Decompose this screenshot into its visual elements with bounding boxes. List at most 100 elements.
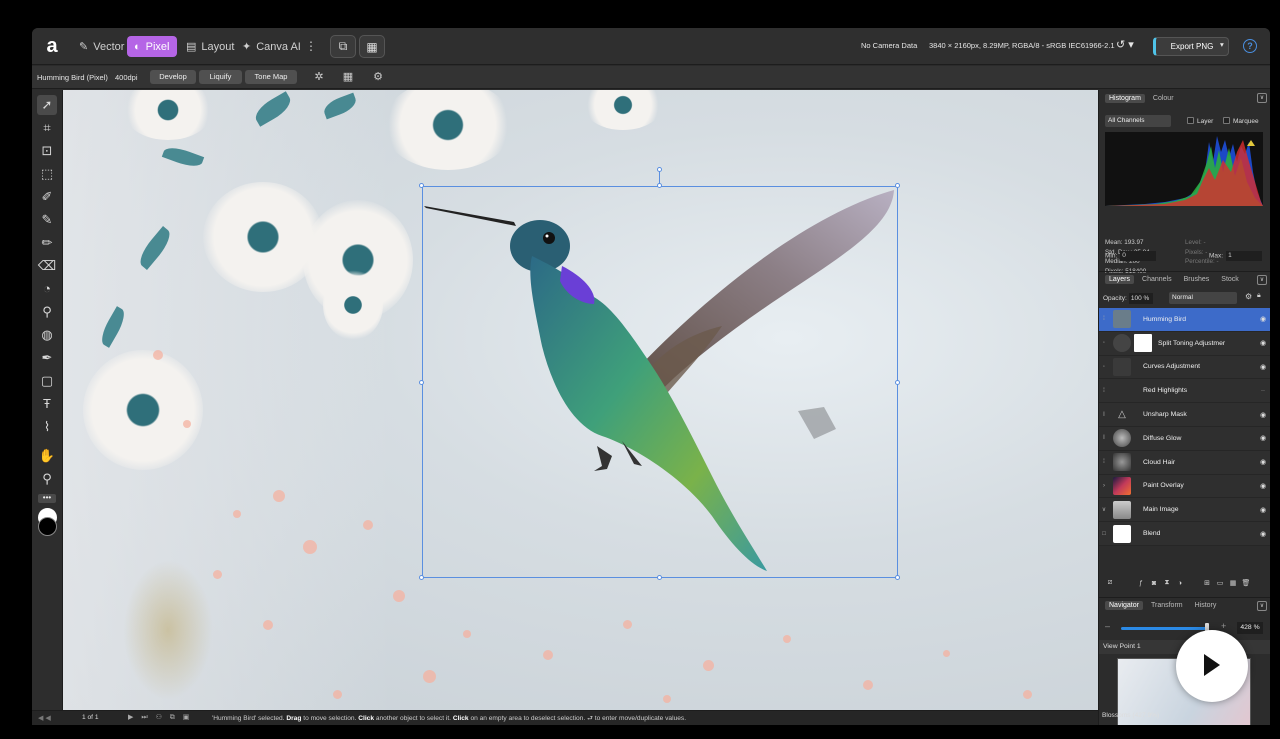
delete-layer-icon[interactable]: 🗑︎	[1241, 579, 1251, 587]
layer-blend[interactable]: □ Blend ◉	[1099, 522, 1270, 546]
lock-icon[interactable]: 🔒︎	[1257, 292, 1261, 300]
rectangle-tool-icon[interactable]: ▢	[37, 371, 57, 391]
selection-bounding-box[interactable]	[422, 186, 898, 578]
zoom-slider[interactable]	[1121, 627, 1207, 630]
undo-history-icon[interactable]: ↺ ▾	[1116, 38, 1134, 51]
zoom-in-icon[interactable]: +	[1221, 621, 1226, 631]
visibility-eye-icon[interactable]: ◉	[1255, 482, 1270, 490]
marquee-tool-icon[interactable]: ⬚	[37, 164, 57, 184]
prev-page-icon[interactable]: ◀ ◀	[38, 714, 51, 722]
persona-canva-ai[interactable]: ✦ Canva AI	[235, 36, 308, 57]
paint-brush-icon[interactable]: ✎	[37, 210, 57, 230]
visibility-eye-icon[interactable]: ◉	[1255, 363, 1270, 371]
layer-checkbox[interactable]: Layer	[1187, 117, 1213, 125]
settings-gear-icon[interactable]: ⚙	[371, 70, 385, 84]
visibility-eye-icon[interactable]: ◉	[1255, 411, 1270, 419]
develop-button[interactable]: Develop	[150, 70, 196, 84]
layer-paint-overlay[interactable]: › Paint Overlay ◉	[1099, 474, 1270, 499]
collapse-icon[interactable]: ∨	[1257, 93, 1267, 103]
play-button[interactable]	[1176, 630, 1248, 702]
live-filter-icon[interactable]: ⊞	[1202, 579, 1212, 587]
max-input[interactable]: 1	[1226, 251, 1263, 261]
visibility-eye-icon[interactable]: ◉	[1255, 339, 1270, 347]
layer-split-toning[interactable]: ◦ Split Toning Adjustmer ◉	[1099, 331, 1270, 356]
persona-layout[interactable]: ▤ Layout	[179, 36, 241, 57]
tab-brushes[interactable]: Brushes	[1180, 275, 1214, 284]
tab-transform[interactable]: Transform	[1147, 601, 1187, 610]
resize-handle[interactable]	[895, 183, 900, 188]
erase-brush-icon[interactable]: ⌫	[37, 256, 57, 276]
collapse-icon[interactable]: ∨	[1257, 601, 1267, 611]
color-swatch[interactable]	[38, 508, 57, 536]
visibility-eye-icon[interactable]: ◉	[1255, 315, 1270, 323]
visibility-eye-icon[interactable]: ◉	[1255, 506, 1270, 514]
export-png-button[interactable]: Export PNG	[1153, 37, 1229, 56]
snapping-button[interactable]: ▦	[359, 35, 385, 58]
tone-map-button[interactable]: Tone Map	[245, 70, 297, 84]
selection-brush-icon[interactable]: ✐	[37, 187, 57, 207]
layer-settings-gear-icon[interactable]: ⚙	[1245, 292, 1252, 301]
min-input[interactable]: 0	[1120, 251, 1157, 261]
visibility-eye-icon[interactable]: –	[1255, 387, 1270, 394]
tab-navigator[interactable]: Navigator	[1105, 601, 1143, 610]
page-controls-icon[interactable]: ▶ ⏭ ⚇ ⧉ ▣	[128, 713, 192, 722]
resize-handle[interactable]	[657, 183, 662, 188]
opacity-field[interactable]: Opacity: 100 %	[1103, 293, 1153, 304]
zoom-value[interactable]: 428 %	[1237, 622, 1263, 634]
min-field[interactable]: Min: 0	[1105, 251, 1157, 261]
hand-tool-icon[interactable]: ✋	[37, 446, 57, 466]
resize-handle[interactable]	[895, 380, 900, 385]
group-icon[interactable]: ▭	[1215, 579, 1225, 587]
pin-icon[interactable]: ⧗	[1162, 579, 1172, 587]
visibility-eye-icon[interactable]: ◉	[1255, 434, 1270, 442]
dodge-brush-icon[interactable]: ◔	[37, 279, 57, 299]
liquify-button[interactable]: Liquify	[199, 70, 242, 84]
app-logo-icon[interactable]: a	[42, 36, 62, 56]
layer-humming-bird[interactable]: ⁞ Humming Bird ◉	[1099, 308, 1270, 332]
resize-handle[interactable]	[657, 575, 662, 580]
layer-curves-adjustment[interactable]: ◦ Curves Adjustment ◉	[1099, 355, 1270, 380]
tab-colour[interactable]: Colour	[1149, 94, 1178, 103]
resize-handle[interactable]	[419, 575, 424, 580]
document-canvas[interactable]	[63, 90, 1098, 710]
layer-red-highlights[interactable]: ⁞ Red Highlights –	[1099, 379, 1270, 404]
resize-handle[interactable]	[895, 575, 900, 580]
pencil-tool-icon[interactable]: ✏	[37, 233, 57, 253]
layer-main-image[interactable]: ∨ Main Image ◉	[1099, 498, 1270, 523]
visibility-eye-icon[interactable]: ◉	[1255, 530, 1270, 538]
blemish-tool-icon[interactable]: ◍	[37, 325, 57, 345]
resize-handle[interactable]	[419, 183, 424, 188]
collapse-icon[interactable]: ∨	[1257, 275, 1267, 285]
tab-channels[interactable]: Channels	[1138, 275, 1176, 284]
tab-layers[interactable]: Layers	[1105, 275, 1135, 284]
more-options-icon[interactable]: ⋮	[305, 39, 317, 53]
layer-diffuse-glow[interactable]: I Diffuse Glow ◉	[1099, 426, 1270, 451]
auto-levels-icon[interactable]: ✲	[312, 70, 326, 84]
export-dropdown-icon[interactable]: ▾	[1220, 40, 1224, 49]
visibility-eye-icon[interactable]: ◉	[1255, 458, 1270, 466]
zoom-out-icon[interactable]: –	[1105, 621, 1110, 631]
fx-icon[interactable]: ƒ	[1136, 580, 1146, 587]
layer-cloud-hair[interactable]: ⁞ Cloud Hair ◉	[1099, 450, 1270, 475]
help-icon[interactable]: ?	[1243, 39, 1257, 53]
text-tool-icon[interactable]: Ŧ	[37, 394, 57, 414]
persona-vector[interactable]: ✎ Vector	[72, 36, 131, 57]
layer-options-icon[interactable]: ⧄	[1105, 579, 1115, 587]
more-tools-icon[interactable]: •••	[38, 494, 56, 503]
move-tool-icon[interactable]: ➚	[37, 95, 57, 115]
blend-mode-select[interactable]: Normal	[1169, 292, 1237, 304]
layer-unsharp-mask[interactable]: I △ Unsharp Mask ◉	[1099, 403, 1270, 427]
color-picker-icon[interactable]: ⌇	[37, 417, 57, 437]
opacity-input[interactable]: 100 %	[1128, 293, 1153, 304]
mask-icon[interactable]: ◙	[1149, 580, 1159, 587]
view-tool-icon[interactable]: ⊡	[37, 141, 57, 161]
clone-brush-icon[interactable]: ⚲	[37, 302, 57, 322]
tab-history[interactable]: History	[1191, 601, 1221, 610]
studio-link-button[interactable]: ⧉	[330, 35, 356, 58]
transform-icon[interactable]: ▦	[341, 70, 355, 84]
rotation-handle[interactable]	[657, 167, 662, 172]
resize-handle[interactable]	[419, 380, 424, 385]
persona-pixel[interactable]: ◐ Pixel	[127, 36, 177, 57]
marquee-checkbox[interactable]: Marquee	[1223, 117, 1259, 125]
max-field[interactable]: Max: 1	[1209, 251, 1263, 261]
